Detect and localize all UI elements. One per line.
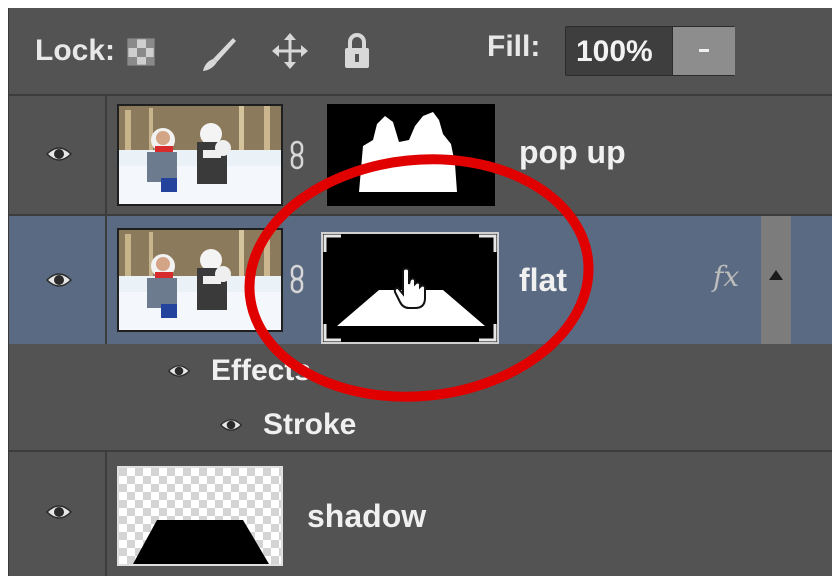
effect-item-stroke[interactable]: Stroke — [9, 396, 832, 452]
layer-effects-row[interactable]: Effects — [9, 344, 832, 396]
lock-position-icon[interactable] — [271, 32, 309, 75]
fill-value[interactable]: 100% — [576, 35, 653, 69]
visibility-toggle[interactable] — [9, 96, 107, 214]
scrollbar[interactable] — [761, 216, 791, 344]
lock-label: Lock: — [35, 34, 116, 67]
layer-thumbnail[interactable] — [117, 466, 283, 566]
layer-thumbnail[interactable] — [117, 228, 283, 332]
visibility-toggle[interactable] — [9, 216, 107, 344]
visibility-toggle[interactable] — [9, 452, 107, 576]
lock-image-pixels-icon[interactable] — [199, 34, 239, 79]
chevron-down-icon — [699, 49, 709, 52]
link-chain-icon[interactable] — [289, 264, 305, 294]
lock-transparent-pixels-icon[interactable] — [127, 38, 155, 71]
layer-row-flat[interactable]: flat fx — [9, 216, 832, 344]
eye-icon[interactable] — [45, 502, 73, 522]
lock-all-icon[interactable] — [343, 32, 371, 75]
layer-thumbnail[interactable] — [117, 104, 283, 206]
layer-name[interactable]: pop up — [519, 134, 626, 171]
eye-icon[interactable] — [167, 362, 191, 380]
layer-name[interactable]: flat — [519, 262, 567, 299]
stroke-label[interactable]: Stroke — [263, 408, 356, 442]
layer-name[interactable]: shadow — [307, 498, 426, 535]
layer-mask-thumbnail[interactable] — [321, 232, 499, 344]
layer-row-pop-up[interactable]: pop up — [9, 96, 832, 216]
eye-icon[interactable] — [45, 144, 73, 164]
link-chain-icon[interactable] — [289, 140, 305, 170]
scroll-up-arrow-icon[interactable] — [767, 268, 785, 282]
fill-dropdown-button[interactable] — [672, 27, 735, 75]
effects-label[interactable]: Effects — [211, 354, 311, 388]
fill-opacity-field[interactable]: 100% — [565, 26, 735, 76]
layer-row-shadow[interactable]: shadow — [9, 452, 832, 576]
eye-icon[interactable] — [45, 270, 73, 290]
fill-label: Fill: — [487, 30, 541, 63]
layers-panel: Lock: Fill: 100% pop up flat fx Effects … — [8, 8, 832, 576]
hand-cursor-icon — [393, 267, 426, 309]
eye-icon[interactable] — [219, 416, 243, 434]
lock-fill-bar: Lock: Fill: 100% — [9, 8, 832, 96]
layer-mask-thumbnail[interactable] — [327, 104, 495, 206]
layer-effects-fx-icon[interactable]: fx — [713, 260, 739, 293]
